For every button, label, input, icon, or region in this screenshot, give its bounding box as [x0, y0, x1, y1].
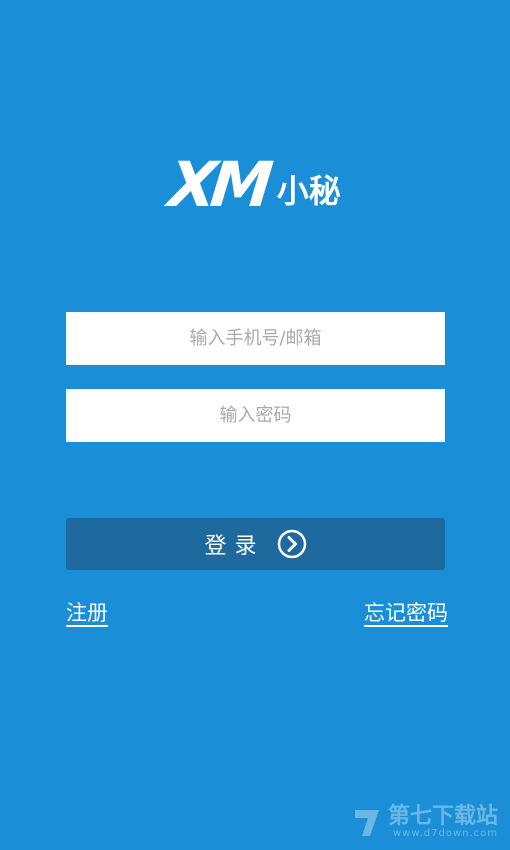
login-screen: XM 小秘 登录 注册 忘记密码 第七下载站 www.d7down.com [0, 0, 510, 850]
password-field-container [66, 389, 445, 442]
register-link[interactable]: 注册 [66, 597, 108, 627]
watermark-title: 第七下载站 [387, 804, 498, 829]
login-button-label: 登录 [204, 534, 265, 559]
account-field-container [66, 312, 445, 365]
password-input[interactable] [66, 389, 445, 442]
watermark-url: www.d7down.com [392, 828, 498, 839]
watermark: 第七下载站 www.d7down.com [350, 806, 498, 840]
logo-mark: XM [165, 148, 271, 221]
logo-subtitle: 小秘 [276, 172, 341, 210]
login-button[interactable]: 登录 [66, 518, 445, 570]
forgot-password-link[interactable]: 忘记密码 [364, 597, 448, 627]
watermark-logo-icon [350, 806, 384, 840]
chevron-circle-right-icon [277, 529, 307, 559]
watermark-text: 第七下载站 www.d7down.com [388, 806, 498, 840]
account-input[interactable] [66, 312, 445, 365]
app-logo: XM 小秘 [0, 148, 510, 221]
